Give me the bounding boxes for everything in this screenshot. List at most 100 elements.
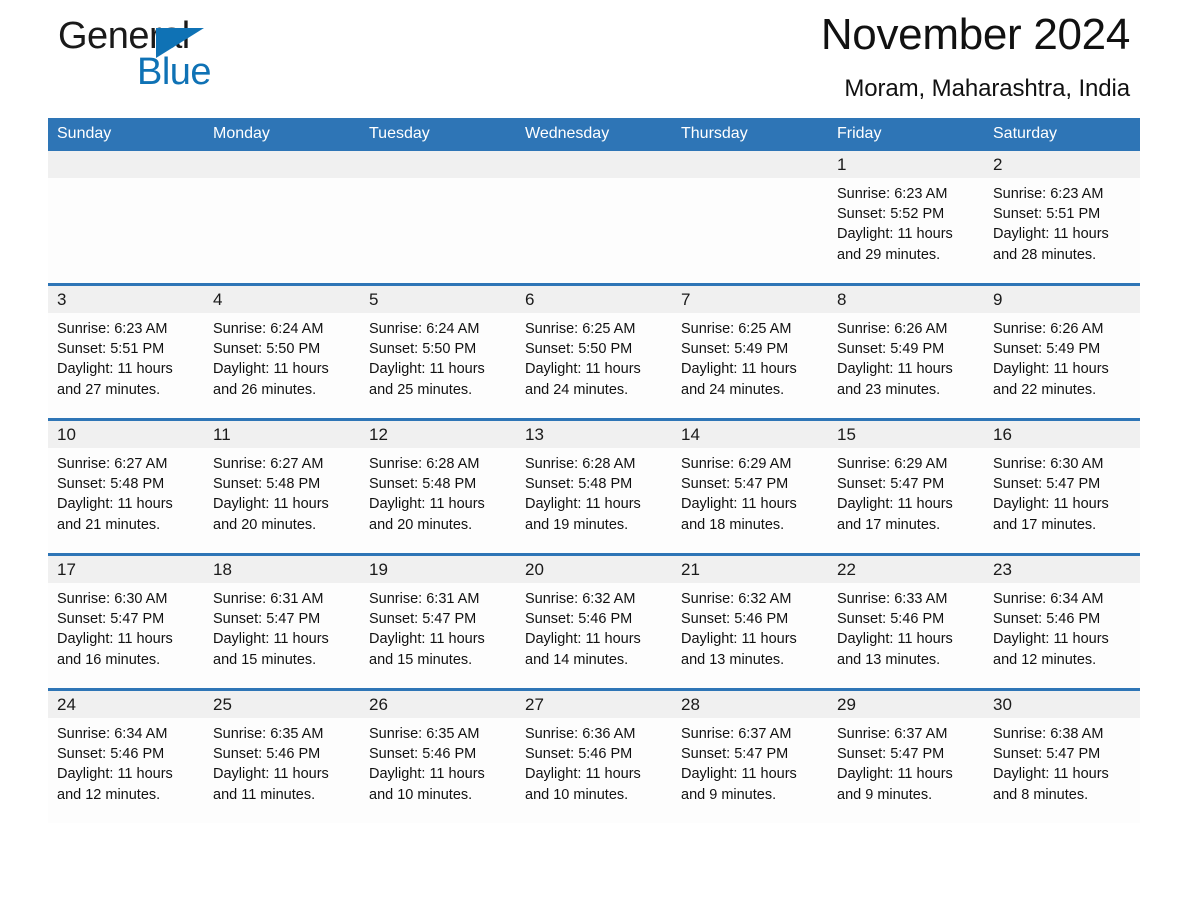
day-number-band: 29: [828, 692, 984, 718]
day-cell[interactable]: 8 Sunrise: 6:26 AM Sunset: 5:49 PM Dayli…: [828, 283, 984, 420]
daylight-text-line1: Daylight: 11 hours: [681, 766, 797, 783]
day-cell[interactable]: 14 Sunrise: 6:29 AM Sunset: 5:47 PM Dayl…: [672, 418, 828, 555]
daylight-text-line2: and 24 minutes.: [681, 381, 785, 398]
day-cell[interactable]: 20 Sunrise: 6:32 AM Sunset: 5:46 PM Dayl…: [516, 553, 672, 690]
day-number: 24: [57, 695, 76, 714]
daylight-text-line1: Daylight: 11 hours: [213, 631, 329, 648]
day-cell[interactable]: 7 Sunrise: 6:25 AM Sunset: 5:49 PM Dayli…: [672, 283, 828, 420]
day-details: Sunrise: 6:37 AM Sunset: 5:47 PM Dayligh…: [828, 718, 984, 805]
daylight-text-line2: and 8 minutes.: [993, 786, 1089, 803]
day-cell[interactable]: 26 Sunrise: 6:35 AM Sunset: 5:46 PM Dayl…: [360, 688, 516, 823]
day-cell[interactable]: 17 Sunrise: 6:30 AM Sunset: 5:47 PM Dayl…: [48, 553, 204, 690]
sunset-text: Sunset: 5:46 PM: [369, 746, 477, 763]
sunrise-text: Sunrise: 6:37 AM: [681, 726, 792, 742]
day-cell[interactable]: 23 Sunrise: 6:34 AM Sunset: 5:46 PM Dayl…: [984, 553, 1140, 690]
day-cell[interactable]: 16 Sunrise: 6:30 AM Sunset: 5:47 PM Dayl…: [984, 418, 1140, 555]
daylight-text-line2: and 22 minutes.: [993, 381, 1097, 398]
weekday-header-row: Sunday Monday Tuesday Wednesday Thursday…: [48, 118, 1140, 151]
day-cell[interactable]: 2 Sunrise: 6:23 AM Sunset: 5:51 PM Dayli…: [984, 151, 1140, 285]
sunset-text: Sunset: 5:52 PM: [837, 206, 945, 223]
day-number-band: 5: [360, 287, 516, 313]
day-number-band: 15: [828, 422, 984, 448]
day-cell[interactable]: [204, 151, 360, 285]
weekday-header-sunday: Sunday: [48, 118, 204, 151]
day-cell[interactable]: [672, 151, 828, 285]
day-cell[interactable]: 24 Sunrise: 6:34 AM Sunset: 5:46 PM Dayl…: [48, 688, 204, 823]
day-number: 30: [993, 695, 1012, 714]
day-cell[interactable]: 4 Sunrise: 6:24 AM Sunset: 5:50 PM Dayli…: [204, 283, 360, 420]
day-cell[interactable]: 22 Sunrise: 6:33 AM Sunset: 5:46 PM Dayl…: [828, 553, 984, 690]
daylight-text-line2: and 26 minutes.: [213, 381, 317, 398]
day-number-band: 22: [828, 557, 984, 583]
day-number: 7: [681, 290, 691, 309]
day-cell[interactable]: [48, 151, 204, 285]
day-cell[interactable]: 5 Sunrise: 6:24 AM Sunset: 5:50 PM Dayli…: [360, 283, 516, 420]
day-details: Sunrise: 6:32 AM Sunset: 5:46 PM Dayligh…: [672, 583, 828, 670]
daylight-text-line2: and 21 minutes.: [57, 516, 161, 533]
day-details: Sunrise: 6:30 AM Sunset: 5:47 PM Dayligh…: [984, 448, 1140, 535]
day-number-band: 27: [516, 692, 672, 718]
daylight-text-line1: Daylight: 11 hours: [57, 361, 173, 378]
daylight-text-line1: Daylight: 11 hours: [837, 361, 953, 378]
sunset-text: Sunset: 5:50 PM: [213, 341, 321, 358]
day-details: Sunrise: 6:36 AM Sunset: 5:46 PM Dayligh…: [516, 718, 672, 805]
day-cell[interactable]: 27 Sunrise: 6:36 AM Sunset: 5:46 PM Dayl…: [516, 688, 672, 823]
daylight-text-line2: and 24 minutes.: [525, 381, 629, 398]
title-block: November 2024 Moram, Maharashtra, India: [821, 6, 1130, 106]
day-cell[interactable]: 21 Sunrise: 6:32 AM Sunset: 5:46 PM Dayl…: [672, 553, 828, 690]
daylight-text-line1: Daylight: 11 hours: [681, 361, 797, 378]
day-cell[interactable]: 30 Sunrise: 6:38 AM Sunset: 5:47 PM Dayl…: [984, 688, 1140, 823]
day-cell[interactable]: 19 Sunrise: 6:31 AM Sunset: 5:47 PM Dayl…: [360, 553, 516, 690]
day-number: 27: [525, 695, 544, 714]
day-number-band: 26: [360, 692, 516, 718]
general-blue-logo[interactable]: General Blue: [58, 14, 358, 104]
sunrise-sunset-calendar: Sunday Monday Tuesday Wednesday Thursday…: [48, 118, 1140, 823]
weekday-header-tuesday: Tuesday: [360, 118, 516, 151]
daylight-text-line1: Daylight: 11 hours: [525, 631, 641, 648]
day-cell[interactable]: 18 Sunrise: 6:31 AM Sunset: 5:47 PM Dayl…: [204, 553, 360, 690]
day-number: 22: [837, 560, 856, 579]
daylight-text-line2: and 11 minutes.: [213, 786, 316, 803]
day-details: Sunrise: 6:38 AM Sunset: 5:47 PM Dayligh…: [984, 718, 1140, 805]
day-cell[interactable]: [360, 151, 516, 285]
daylight-text-line1: Daylight: 11 hours: [369, 631, 485, 648]
daylight-text-line2: and 25 minutes.: [369, 381, 473, 398]
day-number-band: 7: [672, 287, 828, 313]
day-cell[interactable]: 29 Sunrise: 6:37 AM Sunset: 5:47 PM Dayl…: [828, 688, 984, 823]
weekday-header-friday: Friday: [828, 118, 984, 151]
day-number: 13: [525, 425, 544, 444]
sunset-text: Sunset: 5:50 PM: [525, 341, 633, 358]
day-cell[interactable]: 13 Sunrise: 6:28 AM Sunset: 5:48 PM Dayl…: [516, 418, 672, 555]
sunrise-text: Sunrise: 6:32 AM: [681, 591, 792, 607]
day-cell[interactable]: [516, 151, 672, 285]
day-cell[interactable]: 15 Sunrise: 6:29 AM Sunset: 5:47 PM Dayl…: [828, 418, 984, 555]
day-number-band: 16: [984, 422, 1140, 448]
daylight-text-line2: and 17 minutes.: [837, 516, 941, 533]
day-cell[interactable]: 3 Sunrise: 6:23 AM Sunset: 5:51 PM Dayli…: [48, 283, 204, 420]
day-number-band: 23: [984, 557, 1140, 583]
sunset-text: Sunset: 5:47 PM: [681, 476, 789, 493]
day-cell[interactable]: 10 Sunrise: 6:27 AM Sunset: 5:48 PM Dayl…: [48, 418, 204, 555]
sunset-text: Sunset: 5:47 PM: [57, 611, 165, 628]
day-cell[interactable]: 6 Sunrise: 6:25 AM Sunset: 5:50 PM Dayli…: [516, 283, 672, 420]
day-number: 2: [993, 155, 1003, 174]
sunset-text: Sunset: 5:46 PM: [525, 611, 633, 628]
day-cell[interactable]: 9 Sunrise: 6:26 AM Sunset: 5:49 PM Dayli…: [984, 283, 1140, 420]
sunset-text: Sunset: 5:47 PM: [837, 476, 945, 493]
day-details: Sunrise: 6:29 AM Sunset: 5:47 PM Dayligh…: [828, 448, 984, 535]
day-number-band: 9: [984, 287, 1140, 313]
calendar-body: 1 Sunrise: 6:23 AM Sunset: 5:52 PM Dayli…: [48, 151, 1140, 823]
daylight-text-line1: Daylight: 11 hours: [525, 766, 641, 783]
day-cell[interactable]: 28 Sunrise: 6:37 AM Sunset: 5:47 PM Dayl…: [672, 688, 828, 823]
day-cell[interactable]: 12 Sunrise: 6:28 AM Sunset: 5:48 PM Dayl…: [360, 418, 516, 555]
sunrise-text: Sunrise: 6:38 AM: [993, 726, 1104, 742]
day-cell[interactable]: 11 Sunrise: 6:27 AM Sunset: 5:48 PM Dayl…: [204, 418, 360, 555]
sunset-text: Sunset: 5:46 PM: [681, 611, 789, 628]
day-number: 29: [837, 695, 856, 714]
sunset-text: Sunset: 5:51 PM: [993, 206, 1101, 223]
day-details: Sunrise: 6:33 AM Sunset: 5:46 PM Dayligh…: [828, 583, 984, 670]
day-cell[interactable]: 25 Sunrise: 6:35 AM Sunset: 5:46 PM Dayl…: [204, 688, 360, 823]
day-details: Sunrise: 6:23 AM Sunset: 5:52 PM Dayligh…: [828, 178, 984, 265]
day-details: Sunrise: 6:35 AM Sunset: 5:46 PM Dayligh…: [360, 718, 516, 805]
day-cell[interactable]: 1 Sunrise: 6:23 AM Sunset: 5:52 PM Dayli…: [828, 151, 984, 285]
